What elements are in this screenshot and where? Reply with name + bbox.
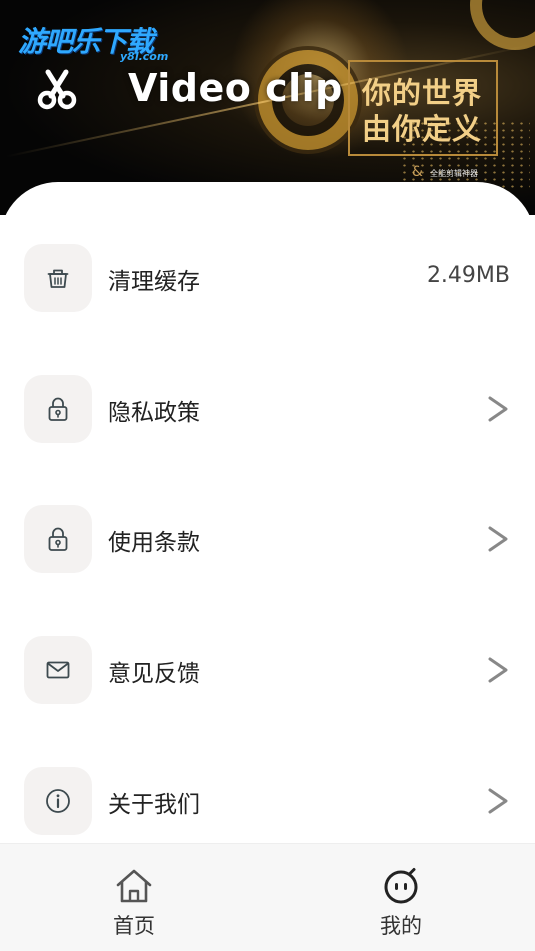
scissors-icon bbox=[37, 69, 77, 110]
bottom-tab-bar: 首页 我的 bbox=[0, 843, 535, 951]
profile-page: 游吧乐下载 y8l.com Video clip 你的世界 由你定义 & 全能剪… bbox=[0, 0, 535, 951]
cache-size-value: 2.49MB bbox=[426, 263, 510, 288]
icon-container bbox=[24, 505, 92, 573]
settings-item-about-us[interactable]: 关于我们 bbox=[0, 767, 535, 837]
settings-item-feedback[interactable]: 意见反馈 bbox=[0, 636, 535, 706]
tab-label: 我的 bbox=[380, 914, 422, 938]
trash-icon bbox=[47, 269, 69, 288]
ampersand: & bbox=[412, 164, 423, 180]
face-icon bbox=[384, 868, 418, 904]
info-icon bbox=[46, 789, 70, 813]
lock-icon bbox=[48, 397, 68, 421]
tab-home[interactable]: 首页 bbox=[64, 844, 204, 951]
settings-item-privacy-policy[interactable]: 隐私政策 bbox=[0, 375, 535, 445]
home-icon bbox=[116, 869, 152, 903]
lock-icon bbox=[48, 527, 68, 551]
chevron-right-icon bbox=[488, 396, 508, 422]
watermark-domain: y8l.com bbox=[120, 50, 169, 63]
settings-item-label: 使用条款 bbox=[108, 530, 200, 556]
settings-item-label: 清理缓存 bbox=[108, 269, 200, 295]
settings-item-clear-cache[interactable]: 清理缓存 2.49MB bbox=[0, 244, 535, 314]
tab-label: 首页 bbox=[113, 914, 155, 938]
film-reel-graphic bbox=[470, 0, 535, 50]
tab-mine[interactable]: 我的 bbox=[331, 844, 471, 951]
settings-item-label: 隐私政策 bbox=[108, 400, 200, 426]
chevron-right-icon bbox=[488, 526, 508, 552]
settings-item-terms-of-use[interactable]: 使用条款 bbox=[0, 505, 535, 575]
chevron-right-icon bbox=[488, 657, 508, 683]
mail-icon bbox=[46, 661, 70, 679]
settings-item-label: 意见反馈 bbox=[108, 661, 200, 687]
icon-container bbox=[24, 375, 92, 443]
icon-container bbox=[24, 636, 92, 704]
chevron-right-icon bbox=[488, 788, 508, 814]
icon-container bbox=[24, 767, 92, 835]
watermark-logo: 游吧乐下载 y8l.com bbox=[18, 20, 168, 63]
banner-title: Video clip bbox=[128, 66, 343, 110]
settings-item-label: 关于我们 bbox=[108, 792, 200, 818]
icon-container bbox=[24, 244, 92, 312]
banner-caption: 全能剪辑神器 bbox=[430, 169, 478, 178]
slogan-line: 由你定义 bbox=[362, 112, 483, 146]
